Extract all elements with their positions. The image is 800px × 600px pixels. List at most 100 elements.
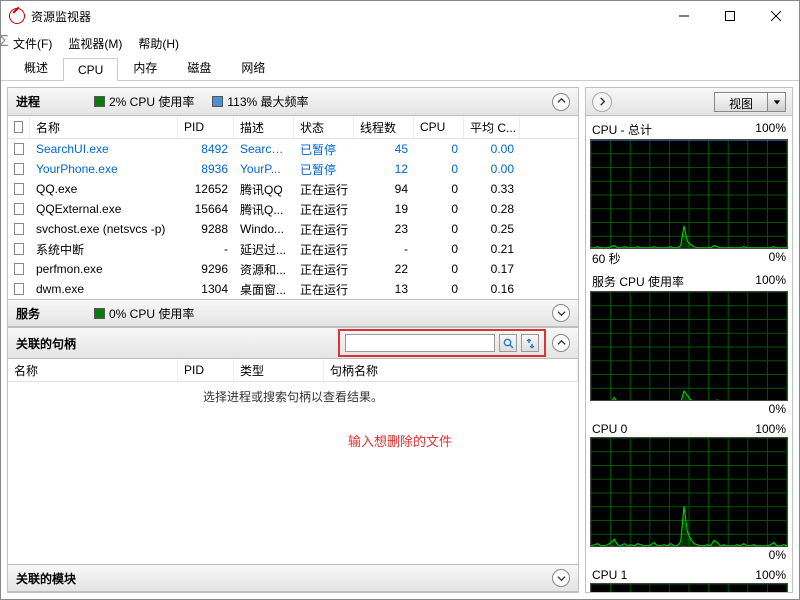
process-row[interactable]: QQ.exe12652腾讯QQ正在运行9400.33 (8, 179, 578, 199)
expand-services-button[interactable] (552, 304, 570, 322)
col-status[interactable]: 状态 (294, 116, 354, 138)
process-row[interactable]: dwm.exe1304桌面窗...正在运行1300.16 (8, 279, 578, 299)
cell-avg: 0.00 (464, 139, 520, 159)
tab-memory[interactable]: 内存 (118, 54, 172, 80)
chart-canvas (590, 583, 788, 592)
cell-name: svchost.exe (netsvcs -p) (30, 219, 178, 239)
col-desc[interactable]: 描述 (234, 116, 294, 138)
cell-cpu: 0 (414, 139, 464, 159)
view-dropdown[interactable]: 视图 (714, 92, 786, 112)
search-button[interactable] (499, 334, 517, 352)
view-label: 视图 (715, 93, 767, 111)
col-avg[interactable]: 平均 C... (464, 116, 520, 138)
cell-threads: 23 (354, 219, 414, 239)
cell-pid: 8936 (178, 159, 234, 179)
cell-desc: Search... (234, 139, 294, 159)
hcol-pid[interactable]: PID (178, 359, 234, 381)
cell-avg: 0.00 (464, 159, 520, 179)
cell-cpu: 0 (414, 279, 464, 299)
col-name[interactable]: 名称 (30, 116, 178, 138)
expand-modules-button[interactable] (552, 569, 570, 587)
right-header: 视图 (586, 88, 792, 116)
blue-square-icon (212, 96, 223, 107)
handles-empty-msg: 选择进程或搜索句柄以查看结果。 (8, 382, 578, 411)
row-checkbox[interactable] (14, 163, 24, 175)
chart-bottom-right: 0% (769, 250, 786, 267)
collapse-processes-button[interactable] (552, 93, 570, 111)
row-checkbox[interactable] (14, 283, 24, 295)
chart-canvas (590, 291, 788, 401)
app-icon (9, 8, 25, 24)
green-square-icon (94, 308, 105, 319)
tab-disk[interactable]: 磁盘 (172, 54, 226, 80)
tab-overview[interactable]: 概述 (9, 54, 63, 80)
col-threads[interactable]: 线程数 (354, 116, 414, 138)
cell-status: 正在运行 (294, 278, 354, 300)
hcol-hname[interactable]: 句柄名称 (324, 359, 578, 381)
refresh-button[interactable] (521, 334, 539, 352)
menu-monitor[interactable]: 监视器(M) (62, 33, 128, 54)
menu-file[interactable]: 文件(F) (7, 33, 58, 54)
charts-container[interactable]: CPU - 总计100%60 秒0%服务 CPU 使用率100%0%CPU 01… (586, 116, 792, 592)
process-row[interactable]: SearchUI.exe8492Search...已暂停4500.00 (8, 139, 578, 159)
titlebar: 资源监视器 (1, 1, 799, 31)
collapse-handles-button[interactable] (552, 334, 570, 352)
max-freq-chip: 113% 最大频率 (212, 93, 308, 110)
minimize-button[interactable] (661, 1, 707, 31)
chart-title: 服务 CPU 使用率 (592, 273, 684, 290)
row-checkbox[interactable] (14, 243, 24, 255)
cell-threads: 94 (354, 179, 414, 199)
cell-cpu: 0 (414, 259, 464, 279)
menubar: Σ 文件(F) 监视器(M) 帮助(H) (1, 31, 799, 55)
processes-header[interactable]: 进程 2% CPU 使用率 113% 最大频率 (8, 88, 578, 116)
tab-cpu[interactable]: CPU (63, 58, 118, 81)
col-pid[interactable]: PID (178, 116, 234, 138)
cell-threads: 45 (354, 139, 414, 159)
cell-avg: 0.17 (464, 259, 520, 279)
cell-cpu: 0 (414, 179, 464, 199)
chart: CPU 0100%0% (590, 421, 788, 563)
chart-canvas (590, 139, 788, 249)
handles-header[interactable]: 关联的句柄 (8, 327, 578, 359)
process-row[interactable]: perfmon.exe9296资源和...正在运行2200.17 (8, 259, 578, 279)
cell-avg: 0.21 (464, 239, 520, 259)
row-checkbox[interactable] (14, 223, 24, 235)
cpu-usage-chip: 2% CPU 使用率 (94, 93, 194, 110)
process-row[interactable]: QQExternal.exe15664腾讯Q...正在运行1900.28 (8, 199, 578, 219)
green-square-icon (94, 96, 105, 107)
maximize-button[interactable] (707, 1, 753, 31)
cell-name: perfmon.exe (30, 259, 178, 279)
close-button[interactable] (753, 1, 799, 31)
col-cpu[interactable]: CPU (414, 116, 464, 138)
process-row[interactable]: YourPhone.exe8936YourP...已暂停1200.00 (8, 159, 578, 179)
app-window: 资源监视器 Σ 文件(F) 监视器(M) 帮助(H) 概述 CPU 内存 磁盘 … (0, 0, 800, 600)
cell-cpu: 0 (414, 159, 464, 179)
cell-name: 系统中断 (30, 238, 178, 261)
tab-network[interactable]: 网络 (226, 54, 280, 80)
sigma-icon: Σ (0, 33, 9, 51)
checkbox-icon[interactable] (14, 121, 23, 133)
row-checkbox[interactable] (14, 263, 24, 275)
handle-search-input[interactable] (345, 334, 495, 352)
row-checkbox[interactable] (14, 203, 24, 215)
process-row[interactable]: 系统中断-延迟过...正在运行-00.21 (8, 239, 578, 259)
row-checkbox[interactable] (14, 143, 24, 155)
process-row[interactable]: svchost.exe (netsvcs -p)9288Windo...正在运行… (8, 219, 578, 239)
modules-header[interactable]: 关联的模块 (8, 564, 578, 592)
chart-title: CPU - 总计 (592, 121, 652, 138)
chart-canvas (590, 437, 788, 547)
cell-name: QQ.exe (30, 179, 178, 199)
row-checkbox[interactable] (14, 183, 24, 195)
process-rows[interactable]: SearchUI.exe8492Search...已暂停4500.00YourP… (8, 139, 578, 299)
menu-help[interactable]: 帮助(H) (132, 33, 185, 54)
hcol-type[interactable]: 类型 (234, 359, 324, 381)
col-check[interactable] (8, 116, 30, 138)
hcol-name[interactable]: 名称 (8, 359, 178, 381)
cell-pid: 12652 (178, 179, 234, 199)
cell-name: YourPhone.exe (30, 159, 178, 179)
cell-pid: 9288 (178, 219, 234, 239)
cell-threads: 22 (354, 259, 414, 279)
services-header[interactable]: 服务 0% CPU 使用率 (8, 299, 578, 327)
nav-right-button[interactable] (592, 92, 612, 112)
chart-bottom-right: 0% (769, 402, 786, 416)
